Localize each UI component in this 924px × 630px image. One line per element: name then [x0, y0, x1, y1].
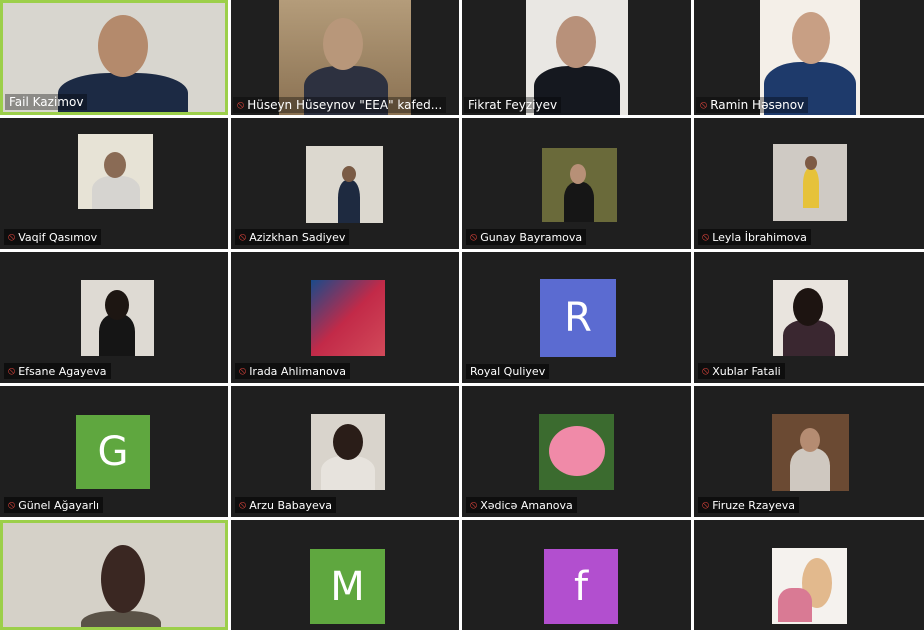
participant-tile[interactable]: ⦸ Arzu Babayeva: [231, 386, 459, 517]
participant-tile[interactable]: ⦸ Leyla İbrahimova: [694, 118, 924, 249]
mic-muted-icon: ⦸: [702, 364, 710, 377]
mic-muted-icon: ⦸: [700, 98, 708, 111]
profile-photo: [311, 280, 385, 356]
avatar-initial: M: [310, 549, 385, 624]
participant-tile[interactable]: Fikrat Feyziyev: [462, 0, 691, 115]
participant-tile[interactable]: ⦸ Firuze Rzayeva: [694, 386, 924, 517]
mic-muted-icon: ⦸: [8, 230, 16, 243]
participant-tile[interactable]: G ⦸ Günel Ağayarlı: [0, 386, 228, 517]
participant-name: ⦸ Firuze Rzayeva: [698, 497, 799, 513]
profile-photo: [772, 414, 849, 491]
participant-tile[interactable]: ⦸ Vaqif Qasımov: [0, 118, 228, 249]
participant-name: ⦸ Leyla İbrahimova: [698, 229, 811, 245]
profile-photo: [78, 134, 153, 209]
mic-muted-icon: ⦸: [237, 98, 245, 111]
profile-photo: [773, 144, 847, 221]
profile-photo: [539, 414, 614, 490]
participant-tile[interactable]: Fail Kazimov: [0, 0, 228, 115]
participant-tile[interactable]: ⦸ Efsane Agayeva: [0, 252, 228, 383]
participant-tile[interactable]: ⦸ Gunay Bayramova: [462, 118, 691, 249]
participant-name: ⦸ Gunay Bayramova: [466, 229, 587, 245]
participant-name: ⦸ Azizkhan Sadiyev: [235, 229, 350, 245]
mic-muted-icon: ⦸: [239, 498, 247, 511]
profile-photo: [81, 280, 154, 356]
profile-photo: [542, 148, 617, 222]
mic-muted-icon: ⦸: [239, 364, 247, 377]
participant-name: Fikrat Feyziyev: [464, 97, 562, 113]
participant-tile[interactable]: [0, 520, 228, 630]
participant-name: Royal Quliyev: [466, 364, 550, 379]
profile-photo: [772, 548, 847, 624]
participant-name: ⦸ Vaqif Qasımov: [4, 229, 102, 245]
participant-name: ⦸ Arzu Babayeva: [235, 497, 337, 513]
participant-name: Fail Kazimov: [5, 94, 88, 110]
avatar-initial: f: [544, 549, 618, 624]
participant-name: ⦸ Günel Ağayarlı: [4, 497, 104, 513]
mic-muted-icon: ⦸: [702, 498, 710, 511]
mic-muted-icon: ⦸: [239, 230, 247, 243]
participant-name: ⦸ Hüseyn Hüseynov "EEA" kafed...: [233, 97, 447, 113]
participant-tile[interactable]: ⦸ Hüseyn Hüseynov "EEA" kafed...: [231, 0, 459, 115]
mic-muted-icon: ⦸: [8, 498, 16, 511]
gallery-grid: Fail Kazimov ⦸ Hüseyn Hüseynov "EEA" kafe…: [0, 0, 924, 630]
mic-muted-icon: ⦸: [470, 498, 478, 511]
participant-video: [81, 611, 161, 627]
participant-tile[interactable]: ⦸ Xədicə Amanova: [462, 386, 691, 517]
participant-name: ⦸ Irada Ahlimanova: [235, 363, 350, 379]
participant-name: ⦸ Xublar Fatali: [698, 363, 785, 379]
mic-muted-icon: ⦸: [702, 230, 710, 243]
avatar-initial: R: [540, 279, 616, 357]
mic-muted-icon: ⦸: [8, 364, 16, 377]
participant-tile[interactable]: ⦸ Xublar Fatali: [694, 252, 924, 383]
participant-tile[interactable]: ⦸ Azizkhan Sadiyev: [231, 118, 459, 249]
participant-tile[interactable]: ⦸ Ramin Həsənov: [694, 0, 924, 115]
participant-tile[interactable]: [694, 520, 924, 630]
participant-name: ⦸ Xədicə Amanova: [466, 497, 577, 513]
participant-tile[interactable]: ⦸ Irada Ahlimanova: [231, 252, 459, 383]
profile-photo: [306, 146, 383, 223]
avatar-initial: G: [76, 415, 150, 489]
participant-tile[interactable]: M: [231, 520, 459, 630]
participant-tile[interactable]: f: [462, 520, 691, 630]
participant-name: ⦸ Ramin Həsənov: [696, 97, 809, 113]
profile-photo: [311, 414, 385, 490]
participant-name: ⦸ Efsane Agayeva: [4, 363, 111, 379]
profile-photo: [773, 280, 848, 356]
mic-muted-icon: ⦸: [470, 230, 478, 243]
participant-tile[interactable]: R Royal Quliyev: [462, 252, 691, 383]
